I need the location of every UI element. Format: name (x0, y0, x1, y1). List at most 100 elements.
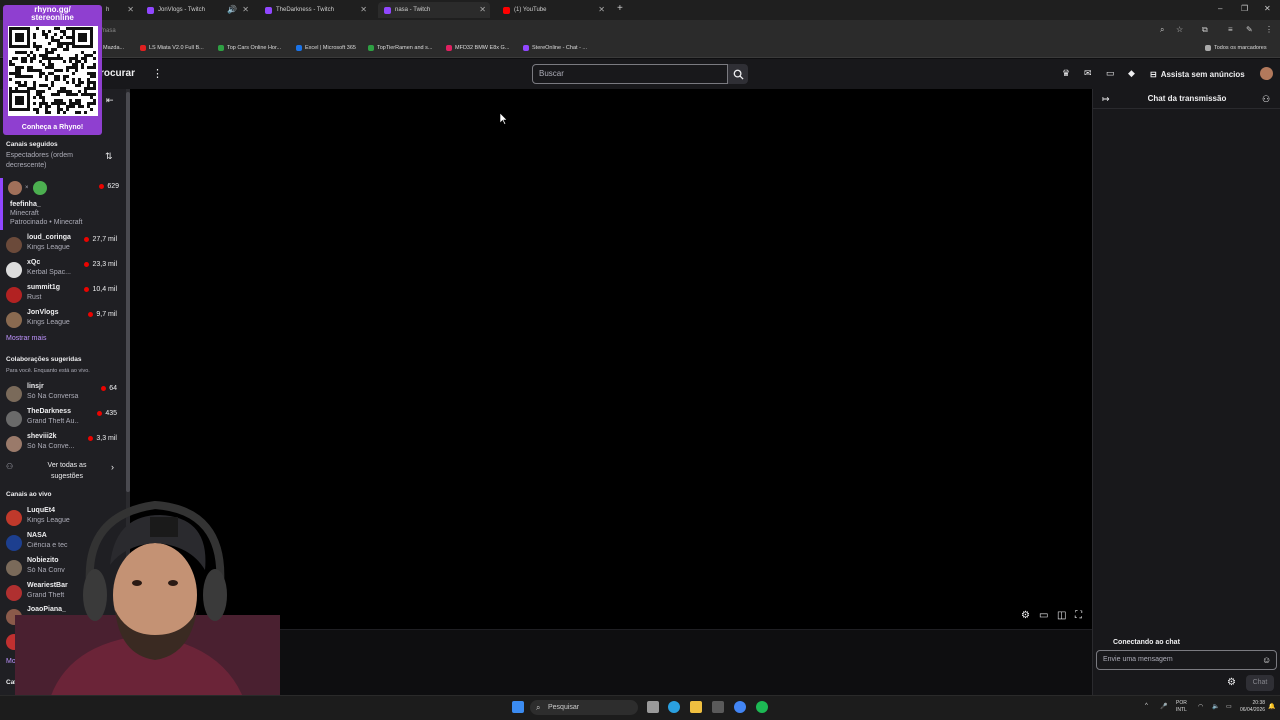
browse-link[interactable]: rocurar (100, 68, 135, 79)
bookmark-item[interactable]: Excel | Microsoft 365 (296, 45, 356, 51)
speaker-icon[interactable]: 🔊 (227, 5, 237, 14)
bookmark-item[interactable]: TopTierRamen and s... (368, 45, 432, 51)
see-all-suggestions[interactable]: ⚇ Ver todas as sugestões › (0, 460, 122, 484)
minimize-icon[interactable]: – (1218, 4, 1222, 13)
sidebar-toggle-icon[interactable]: ◫ (1057, 610, 1066, 621)
live-dot-icon (84, 262, 90, 267)
sidebar-channel-1[interactable]: TheDarkness Grand Theft Au... 435 (0, 408, 122, 432)
browser-tab-3[interactable]: TheDarkness - Twitch ✕ (259, 2, 371, 18)
lang-line2: INTL (1176, 707, 1187, 713)
windows-taskbar (0, 695, 1280, 720)
settings-icon[interactable]: ⚙ (1021, 610, 1030, 621)
browser-tab-4[interactable]: nasa - Twitch ✕ (378, 2, 490, 18)
clock[interactable]: 20:38 06/04/2026 (1240, 700, 1265, 714)
maximize-icon[interactable]: ❐ (1241, 4, 1248, 13)
qr-code (8, 26, 98, 116)
whispers-icon[interactable]: ▭ (1106, 68, 1115, 79)
chrome-icon[interactable] (734, 701, 746, 713)
community-icon[interactable]: ⚇ (1262, 94, 1270, 105)
tab-label: JonVlogs - Twitch (158, 7, 205, 13)
mouse-cursor-icon (500, 113, 508, 125)
inbox-icon[interactable]: ✉ (1084, 68, 1092, 79)
browser-tab-5[interactable]: (1) YouTube ✕ (497, 2, 609, 18)
chat-title: Chat da transmissão (1147, 94, 1227, 103)
search-button[interactable] (728, 64, 748, 84)
bits-icon[interactable]: ◆ (1128, 68, 1135, 79)
user-avatar[interactable] (1260, 67, 1273, 80)
store-icon[interactable] (712, 701, 724, 713)
media-icon[interactable]: ≡ (1228, 25, 1233, 34)
mic-icon[interactable]: 🎤 (1160, 703, 1167, 710)
sidebar-channel-0[interactable]: linsjr Só Na Conversa 64 (0, 383, 122, 407)
search-input[interactable]: Buscar (532, 64, 728, 84)
bookmark-item[interactable]: MFD32 BMW E8x G... (446, 45, 509, 51)
tray-chevron-icon[interactable]: ^ (1145, 703, 1148, 709)
ad-free-button[interactable]: ⊟ Assista sem anúncios (1150, 66, 1245, 82)
live-dot-icon (84, 287, 90, 292)
zoom-icon[interactable]: ⌕ (1160, 25, 1164, 35)
chat-settings-icon[interactable]: ⚙ (1227, 677, 1236, 688)
url-field[interactable]: /nasa (95, 24, 1175, 39)
wifi-icon[interactable]: ◠ (1198, 703, 1203, 710)
close-icon[interactable]: ✕ (242, 5, 249, 14)
viewer-count: 9,7 mil (88, 311, 117, 318)
bookmark-label: TopTierRamen and s... (377, 45, 433, 51)
theatre-mode-icon[interactable]: ▭ (1039, 610, 1048, 621)
close-icon[interactable]: ✕ (479, 5, 486, 14)
sidebar-channel-2[interactable]: sheviii2k Só Na Conve... 3,3 mil (0, 433, 122, 457)
bookmark-item[interactable]: LS Miata V2.0 Full B... (140, 45, 204, 51)
channel-name: linsjr (27, 383, 44, 390)
chat-status: Conectando ao chat (1113, 639, 1180, 646)
taskbar-search[interactable]: ⌕ Pesquisar (530, 700, 638, 715)
viewer-count: 629 (99, 183, 119, 190)
chat-send-button[interactable]: Chat (1246, 675, 1274, 691)
live-dot-icon (88, 312, 94, 317)
close-icon[interactable]: ✕ (598, 5, 605, 14)
notification-icon[interactable]: 🔔 (1268, 703, 1275, 710)
window-close-icon[interactable]: ✕ (1264, 4, 1271, 13)
volume-icon[interactable]: 🔈 (1212, 703, 1219, 710)
folder-icon (1205, 45, 1211, 51)
file-explorer-icon[interactable] (690, 701, 702, 713)
sidebar-channel-0[interactable]: loud_coringa Kings League 27,7 mil (0, 234, 122, 258)
channel-avatar (6, 411, 22, 427)
collapse-sidebar-icon[interactable]: ⇤ (106, 95, 114, 106)
viewer-count-label: 435 (105, 410, 117, 417)
sidebar-channel-2[interactable]: summit1g Rust 10,4 mil (0, 284, 122, 308)
menu-icon[interactable]: ⋮ (1265, 25, 1273, 34)
browser-tab-1[interactable]: h ✕ (100, 2, 138, 18)
task-view-icon[interactable] (647, 701, 659, 713)
battery-icon[interactable]: ▭ (1226, 703, 1232, 710)
language-indicator[interactable]: POR INTL (1176, 700, 1187, 714)
copilot-icon[interactable] (668, 701, 680, 713)
crown-icon[interactable]: ♛ (1062, 68, 1070, 79)
emote-icon[interactable]: ☺ (1262, 655, 1271, 665)
bookmark-label: Mazda... (103, 45, 125, 51)
fullscreen-icon[interactable]: ⛶ (1075, 610, 1082, 621)
spotify-icon[interactable] (756, 701, 768, 713)
show-more-followed[interactable]: Mostrar mais (6, 335, 46, 342)
bookmark-item[interactable]: StereOnline - Chat - ... (523, 45, 587, 51)
start-icon[interactable] (512, 701, 524, 713)
channel-avatar (6, 237, 22, 253)
see-all-label: Ver todas as sugestões (47, 462, 87, 480)
sidebar-channel-3[interactable]: JonVlogs Kings League 9,7 mil (0, 309, 122, 333)
sidebar-channel-1[interactable]: xQc Kerbal Spac... 23,3 mil (0, 259, 122, 283)
featured-avatar (8, 181, 22, 195)
bookmark-favicon-icon (368, 45, 374, 51)
browser-tab-2[interactable]: JonVlogs - Twitch 🔊 ✕ (141, 2, 253, 18)
bookmark-folder[interactable]: Todos os marcadores (1205, 45, 1267, 51)
close-icon[interactable]: ✕ (127, 5, 134, 14)
pen-icon[interactable]: ✎ (1246, 25, 1253, 34)
sort-icon[interactable]: ⇅ (105, 151, 113, 162)
close-icon[interactable]: ✕ (360, 5, 367, 14)
more-icon[interactable]: ⋮ (152, 67, 163, 80)
new-tab-button[interactable]: + (617, 3, 623, 14)
featured-channel[interactable]: × 629 feefinha_ Minecraft Patrocinado • … (0, 178, 124, 230)
bookmark-item[interactable]: Top Cars Online Hor... (218, 45, 281, 51)
extensions-icon[interactable]: ⧉ (1202, 25, 1208, 35)
sponsored-game: Minecraft (53, 219, 83, 226)
star-icon[interactable]: ☆ (1176, 25, 1183, 34)
bookmark-favicon-icon (523, 45, 529, 51)
chat-input[interactable]: Envie uma mensagem (1096, 650, 1277, 670)
